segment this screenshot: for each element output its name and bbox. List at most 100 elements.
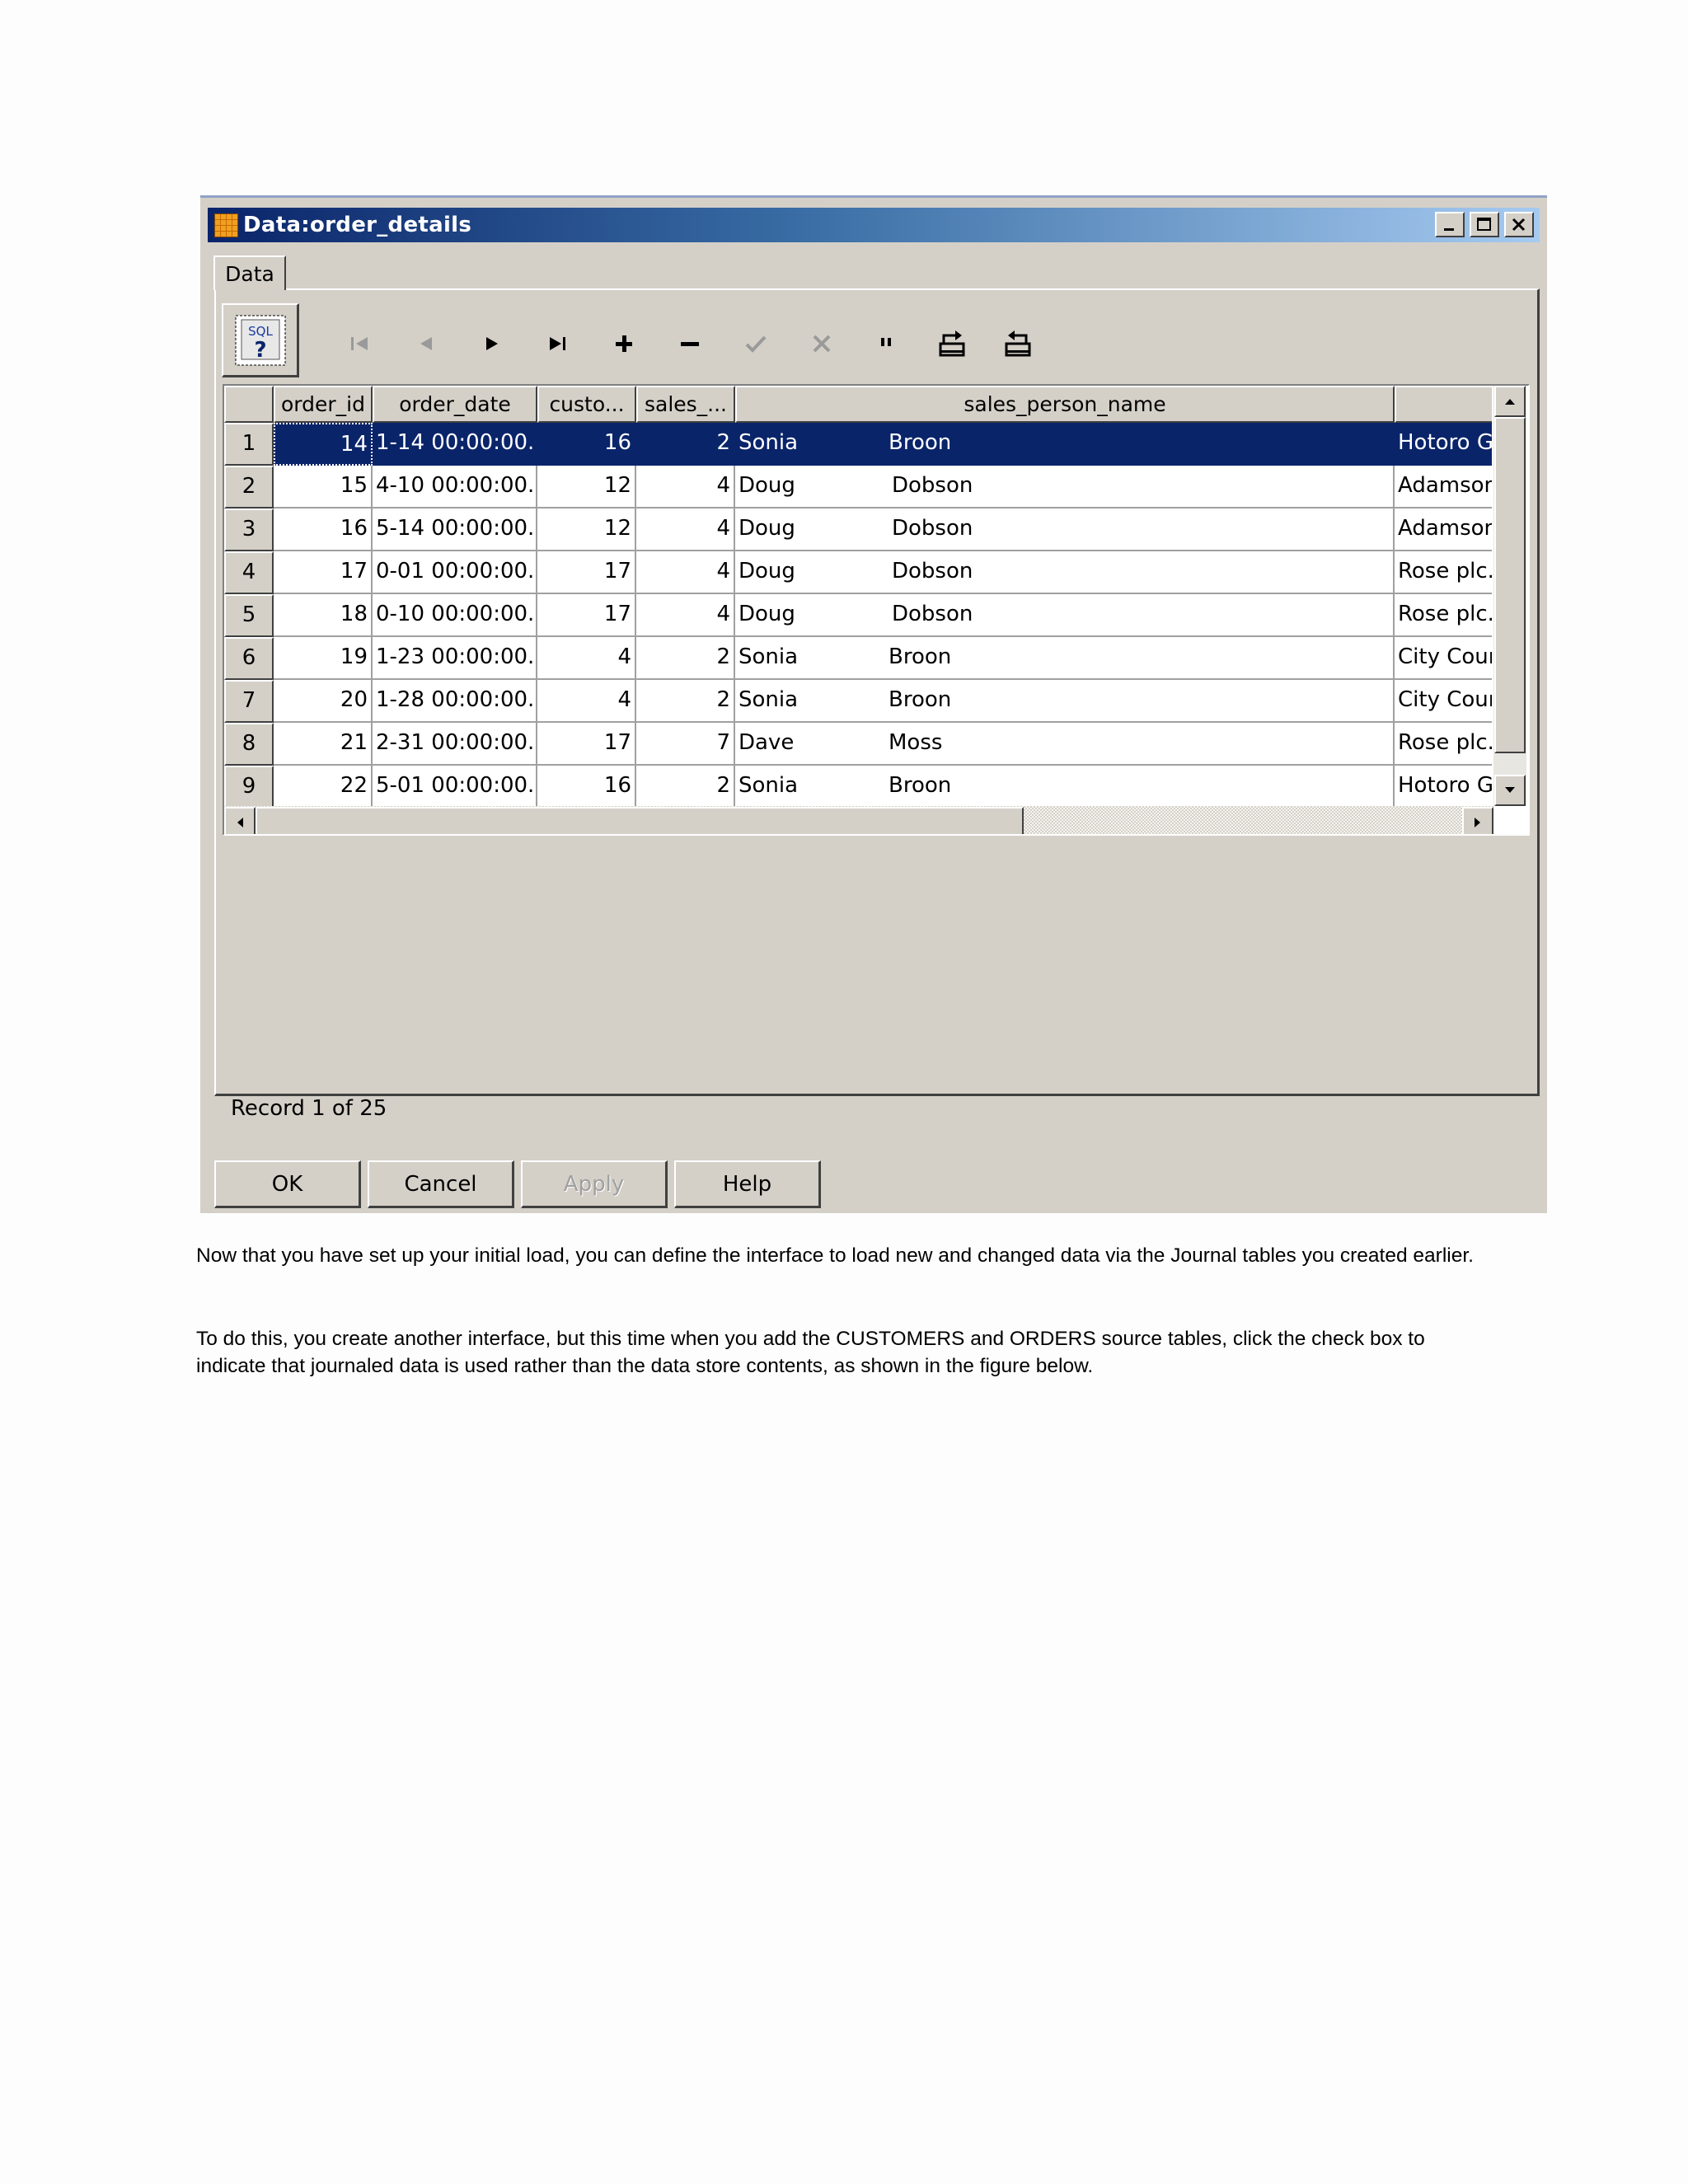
table-row[interactable]: 5 18 0-10 00:00:00.0 17 4 Doug Dobson Rose plc.: [224, 594, 1492, 637]
cell-order-id[interactable]: 16: [274, 509, 373, 551]
cell-sales-person-name[interactable]: Doug Dobson: [735, 509, 1395, 551]
cell-sales-person-id[interactable]: 4: [636, 509, 735, 551]
maximize-button[interactable]: [1470, 212, 1499, 237]
cell-sales-person-id[interactable]: 2: [636, 423, 735, 466]
table-row[interactable]: 6191-23 00:00:00.042Sonia Broon City Counc: [224, 637, 1492, 680]
cell-order-date[interactable]: 0-10 00:00:00.0: [373, 594, 537, 637]
prev-record-button[interactable]: [408, 326, 444, 362]
cell-order-date[interactable]: 1-28 00:00:00.0: [373, 680, 537, 723]
cell-customer-name[interactable]: Rose plc.: [1395, 723, 1492, 766]
column-header-order-date[interactable]: order_date: [373, 386, 537, 423]
cell-sales-person-id[interactable]: 4: [636, 594, 735, 637]
delete-record-button[interactable]: [672, 326, 708, 362]
scroll-down-button[interactable]: [1494, 775, 1526, 806]
horizontal-scrollbar[interactable]: [224, 806, 1493, 834]
cell-customer-id[interactable]: 17: [537, 594, 636, 637]
cell-customer-id[interactable]: 16: [537, 423, 636, 466]
column-header-sales-person-name[interactable]: sales_person_name: [735, 386, 1395, 423]
cell-customer-name[interactable]: Hotoro Gro: [1395, 766, 1492, 806]
table-row[interactable]: 8 21 2-31 00:00:00.0 17 7 Dave Moss Rose plc.: [224, 723, 1492, 766]
row-number[interactable]: 9: [224, 766, 274, 806]
cell-sales-person-name[interactable]: Sonia Broon: [735, 423, 1395, 466]
cell-order-id[interactable]: 20: [274, 680, 373, 723]
next-record-button[interactable]: [474, 326, 510, 362]
cell-sales-person-id[interactable]: 4: [636, 551, 735, 594]
cell-sales-person-name[interactable]: Doug Dobson: [735, 594, 1395, 637]
vertical-scrollbar[interactable]: [1493, 386, 1526, 806]
table-row[interactable]: 3165-14 00:00:00.0124Doug Dobson Adamsons: [224, 509, 1492, 551]
cancel-button[interactable]: Cancel: [368, 1160, 514, 1208]
cell-customer-name[interactable]: Adamsons: [1395, 509, 1492, 551]
cell-order-date[interactable]: 1-23 00:00:00.0: [373, 637, 537, 680]
export-button[interactable]: [934, 326, 970, 362]
cell-customer-name[interactable]: City Counc: [1395, 680, 1492, 723]
cell-sales-person-name[interactable]: Dave Moss: [735, 723, 1395, 766]
cell-sales-person-name[interactable]: Sonia Broon: [735, 680, 1395, 723]
cell-order-id[interactable]: 22: [274, 766, 373, 806]
row-number[interactable]: 7: [224, 680, 274, 723]
tab-data[interactable]: Data: [213, 255, 286, 290]
title-bar[interactable]: Data:order_details: [208, 208, 1540, 242]
scroll-right-button[interactable]: [1462, 807, 1493, 834]
cell-order-date[interactable]: 1-14 00:00:00.0: [373, 423, 537, 466]
column-header-sales-person-id[interactable]: sales_...: [636, 386, 735, 423]
row-number[interactable]: 5: [224, 594, 274, 637]
cell-customer-id[interactable]: 12: [537, 466, 636, 509]
cell-customer-name[interactable]: Rose plc.: [1395, 551, 1492, 594]
cell-customer-id[interactable]: 17: [537, 551, 636, 594]
first-record-button[interactable]: [342, 326, 378, 362]
import-button[interactable]: [1000, 326, 1036, 362]
row-number[interactable]: 8: [224, 723, 274, 766]
column-header-customer-id[interactable]: custo...: [537, 386, 636, 423]
cell-customer-name[interactable]: Adamsons: [1395, 466, 1492, 509]
row-number[interactable]: 4: [224, 551, 274, 594]
cell-customer-id[interactable]: 12: [537, 509, 636, 551]
cell-order-id[interactable]: 17: [274, 551, 373, 594]
cell-sales-person-id[interactable]: 7: [636, 723, 735, 766]
commit-button[interactable]: [738, 326, 774, 362]
cell-customer-id[interactable]: 17: [537, 723, 636, 766]
table-row[interactable]: 7201-28 00:00:00.042Sonia Broon City Counc: [224, 680, 1492, 723]
help-button[interactable]: Help: [674, 1160, 821, 1208]
cell-customer-id[interactable]: 4: [537, 637, 636, 680]
horizontal-scroll-thumb[interactable]: [256, 807, 1024, 834]
ok-button[interactable]: OK: [214, 1160, 361, 1208]
table-row[interactable]: 4 17 0-01 00:00:00.0 17 4 Doug Dobson Rose plc.: [224, 551, 1492, 594]
vertical-scroll-thumb[interactable]: [1494, 417, 1526, 753]
cell-order-id[interactable]: 18: [274, 594, 373, 637]
row-number[interactable]: 3: [224, 509, 274, 551]
cell-order-date[interactable]: 5-14 00:00:00.0: [373, 509, 537, 551]
row-number[interactable]: 1: [224, 423, 274, 466]
cell-customer-id[interactable]: 4: [537, 680, 636, 723]
scroll-up-button[interactable]: [1494, 386, 1526, 417]
sql-query-button[interactable]: SQL ?: [222, 303, 299, 377]
cell-sales-person-id[interactable]: 2: [636, 680, 735, 723]
table-row[interactable]: 9225-01 00:00:00.0162Sonia Broon Hotoro Gr…: [224, 766, 1492, 806]
row-number[interactable]: 6: [224, 637, 274, 680]
cell-sales-person-name[interactable]: Doug Dobson: [735, 466, 1395, 509]
scroll-left-button[interactable]: [224, 807, 256, 834]
cell-sales-person-id[interactable]: 2: [636, 766, 735, 806]
cell-customer-name[interactable]: City Counc: [1395, 637, 1492, 680]
cell-order-id[interactable]: 21: [274, 723, 373, 766]
cancel-edit-button[interactable]: [804, 326, 840, 362]
cell-sales-person-name[interactable]: Doug Dobson: [735, 551, 1395, 594]
last-record-button[interactable]: [540, 326, 576, 362]
refresh-button[interactable]: [868, 326, 904, 362]
cell-order-date[interactable]: 0-01 00:00:00.0: [373, 551, 537, 594]
cell-sales-person-id[interactable]: 2: [636, 637, 735, 680]
cell-sales-person-name[interactable]: Sonia Broon: [735, 637, 1395, 680]
column-header-customer-name[interactable]: [1395, 386, 1492, 423]
add-record-button[interactable]: [606, 326, 642, 362]
cell-order-date[interactable]: 4-10 00:00:00.0: [373, 466, 537, 509]
cell-order-date[interactable]: 5-01 00:00:00.0: [373, 766, 537, 806]
cell-order-id[interactable]: 19: [274, 637, 373, 680]
cell-order-date[interactable]: 2-31 00:00:00.0: [373, 723, 537, 766]
table-row[interactable]: 2154-10 00:00:00.0124Doug Dobson Adamsons: [224, 466, 1492, 509]
row-number[interactable]: 2: [224, 466, 274, 509]
cell-order-id[interactable]: 14: [274, 423, 373, 466]
cell-customer-name[interactable]: Hotoro Gro: [1395, 423, 1492, 466]
cell-order-id[interactable]: 15: [274, 466, 373, 509]
close-button[interactable]: [1504, 212, 1534, 237]
table-row[interactable]: 1141-14 00:00:00.0162Sonia Broon Hotoro Gr…: [224, 423, 1492, 466]
